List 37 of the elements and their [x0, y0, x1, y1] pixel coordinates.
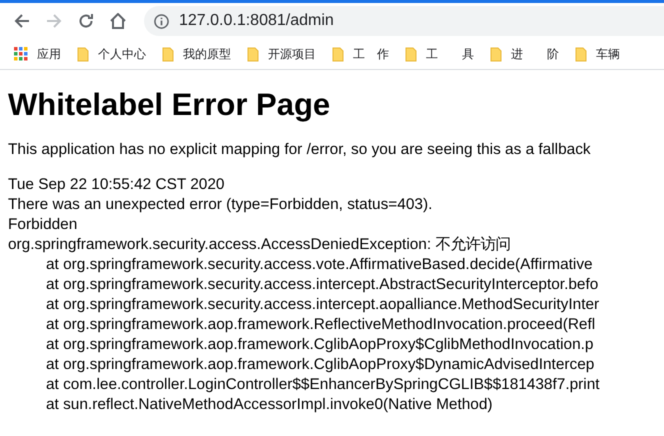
- stack-trace-line: at org.springframework.aop.framework.CglibAopProxy$DynamicAdvisedIntercep: [45, 355, 596, 375]
- error-detail: There was an unexpected error (type=Forbidden, status=403).: [8, 195, 434, 215]
- apps-grid-icon: [14, 47, 28, 61]
- stack-trace-line: at com.lee.controller.LoginController$$EnhancerBySpringCGLIB$$181438f7.print: [45, 375, 601, 395]
- folder-icon: [247, 46, 259, 62]
- address-text: 127.0.0.1:8081/admin: [179, 12, 334, 30]
- home-icon: [109, 13, 127, 29]
- stack-trace-line: at org.springframework.security.access.vote.AffirmativeBased.decide(Affirmative: [45, 255, 594, 275]
- reload-icon: [78, 13, 94, 29]
- info-icon: [154, 14, 169, 28]
- bookmark[interactable]: 工 具: [405, 46, 474, 62]
- bookmark[interactable]: 个人中心: [77, 46, 146, 62]
- error-detail: Tue Sep 22 10:55:42 CST 2020: [8, 175, 226, 195]
- stack-trace-line: at org.springframework.aop.framework.CglibAopProxy$CglibMethodInvocation.p: [45, 335, 594, 355]
- error-detail: org.springframework.security.access.AccessDeniedException: 不允许访问: [8, 235, 512, 255]
- error-message: This application has no explicit mapping for /error, so you are seeing this as a fallback: [8, 141, 592, 159]
- bookmark[interactable]: 开源项目: [247, 46, 316, 62]
- bookmark[interactable]: 应用: [14, 46, 61, 62]
- bookmark[interactable]: 我的原型: [162, 46, 231, 62]
- folder-icon: [162, 46, 174, 62]
- bookmark[interactable]: 进 阶: [490, 46, 559, 62]
- stack-trace-line: at org.springframework.security.access.intercept.aopalliance.MethodSecurityInter: [45, 295, 600, 315]
- folder-icon: [77, 46, 89, 62]
- stack-trace-line: at sun.reflect.NativeMethodAccessorImpl.invoke0(Native Method): [45, 395, 494, 415]
- stack-trace-line: at org.springframework.aop.framework.ReflectiveMethodInvocation.proceed(Refl: [45, 315, 596, 335]
- bookmark[interactable]: 车辆: [575, 46, 620, 62]
- bookmark[interactable]: 工 作: [332, 46, 389, 62]
- folder-icon: [405, 46, 417, 62]
- error-detail: Forbidden: [8, 215, 78, 235]
- address-bar[interactable]: 127.0.0.1:8081/admin: [144, 6, 664, 36]
- folder-icon: [332, 46, 344, 62]
- forward-arrow-icon: [46, 13, 62, 29]
- folder-icon: [490, 46, 502, 62]
- folder-icon: [575, 46, 587, 62]
- stack-trace-line: at org.springframework.security.access.intercept.AbstractSecurityInterceptor.befo: [45, 275, 600, 295]
- page-title: Whitelabel Error Page: [8, 87, 332, 123]
- back-arrow-icon: [14, 13, 30, 29]
